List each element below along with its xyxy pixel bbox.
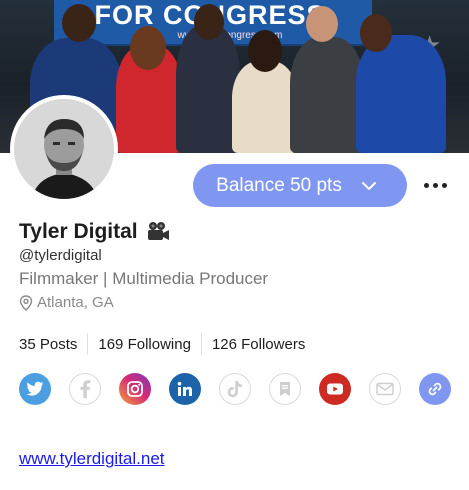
- avatar[interactable]: [10, 95, 118, 203]
- name-row: Tyler Digital: [19, 220, 170, 244]
- profile-handle: @tylerdigital: [19, 247, 102, 264]
- more-options-button[interactable]: [420, 174, 450, 196]
- balance-label: Balance 50 pts: [216, 174, 342, 196]
- instagram-icon[interactable]: [119, 373, 151, 405]
- followers-count[interactable]: 126 Followers: [202, 336, 315, 353]
- balance-button[interactable]: Balance 50 pts: [193, 164, 407, 207]
- linkedin-icon[interactable]: [169, 373, 201, 405]
- link-icon[interactable]: [419, 373, 451, 405]
- profile-bio: Filmmaker | Multimedia Producer: [19, 269, 269, 288]
- profile-name: Tyler Digital: [19, 220, 138, 243]
- following-count[interactable]: 169 Following: [88, 336, 201, 353]
- dot-icon: [432, 182, 438, 188]
- dot-icon: [423, 182, 429, 188]
- youtube-icon[interactable]: [319, 373, 351, 405]
- posts-count[interactable]: 35 Posts: [19, 336, 87, 353]
- stats-bar: 35 Posts 169 Following 126 Followers: [19, 333, 315, 355]
- social-links: [19, 373, 451, 405]
- person-6: [356, 35, 446, 153]
- person-4: [232, 61, 298, 153]
- location-pin-icon: [19, 294, 33, 311]
- person-2-head: [130, 26, 166, 70]
- dot-icon: [441, 182, 447, 188]
- location-row: Atlanta, GA: [19, 294, 114, 311]
- person-4-head: [248, 30, 282, 72]
- facebook-icon[interactable]: [69, 373, 101, 405]
- person-6-head: [360, 14, 392, 52]
- website-link[interactable]: www.tylerdigital.net: [19, 449, 165, 469]
- tiktok-icon[interactable]: [219, 373, 251, 405]
- avatar-portrait-icon: [14, 99, 114, 199]
- email-icon[interactable]: [369, 373, 401, 405]
- movie-camera-icon: [147, 222, 169, 240]
- person-3: [176, 25, 240, 153]
- avatar-photo: [14, 99, 114, 199]
- person-1-head: [62, 4, 96, 42]
- person-5-head: [306, 6, 338, 42]
- person-3-head: [194, 4, 224, 40]
- bookmark-icon[interactable]: [269, 373, 301, 405]
- location-text: Atlanta, GA: [37, 294, 114, 311]
- chevron-down-icon: [361, 181, 376, 190]
- person-5: [290, 37, 364, 153]
- twitter-icon[interactable]: [19, 373, 51, 405]
